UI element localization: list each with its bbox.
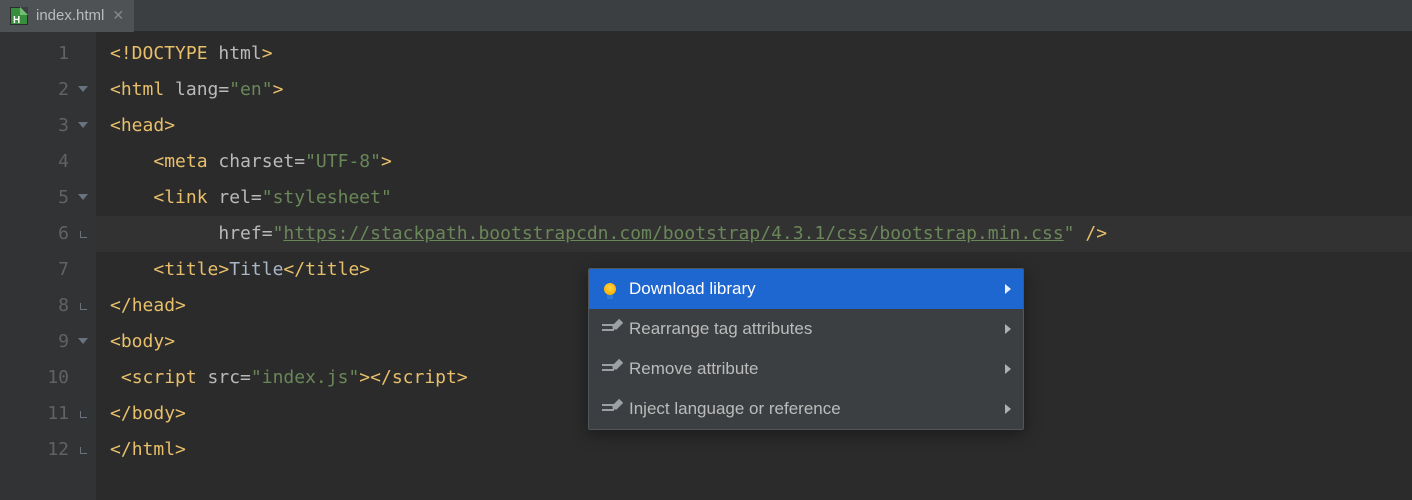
line-number[interactable]: 8 — [0, 288, 95, 324]
line-number[interactable]: 2 — [0, 72, 95, 108]
intention-actions-popup: Download library Rearrange tag attribute… — [588, 268, 1024, 430]
submenu-arrow-icon — [1005, 364, 1011, 374]
intention-label: Rearrange tag attributes — [629, 319, 812, 339]
close-tab-icon[interactable]: ✕ — [112, 7, 124, 24]
intention-label: Remove attribute — [629, 359, 758, 379]
line-number[interactable]: 3 — [0, 108, 95, 144]
intention-label: Download library — [629, 279, 756, 299]
fold-end-icon — [80, 303, 87, 310]
line-number[interactable]: 7 — [0, 252, 95, 288]
fold-toggle-icon[interactable] — [78, 194, 87, 203]
fold-end-icon — [80, 411, 87, 418]
file-tab-index-html[interactable]: index.html ✕ — [0, 0, 134, 31]
tab-bar: index.html ✕ — [0, 0, 1412, 32]
submenu-arrow-icon — [1005, 324, 1011, 334]
fold-toggle-icon[interactable] — [78, 338, 87, 347]
intention-download-library[interactable]: Download library — [589, 269, 1023, 309]
edit-icon — [601, 400, 619, 418]
line-number[interactable]: 5 — [0, 180, 95, 216]
intention-inject-language[interactable]: Inject language or reference — [589, 389, 1023, 429]
html-file-icon — [10, 7, 28, 25]
tab-filename: index.html — [36, 7, 104, 24]
fold-toggle-icon[interactable] — [78, 86, 87, 95]
submenu-arrow-icon — [1005, 284, 1011, 294]
fold-toggle-icon[interactable] — [78, 122, 87, 131]
line-number[interactable]: 12 — [0, 432, 95, 468]
line-number[interactable]: 6 — [0, 216, 95, 252]
fold-end-icon — [80, 231, 87, 238]
submenu-arrow-icon — [1005, 404, 1011, 414]
line-number[interactable]: 4 — [0, 144, 95, 180]
intention-remove-attribute[interactable]: Remove attribute — [589, 349, 1023, 389]
intention-label: Inject language or reference — [629, 399, 841, 419]
edit-icon — [601, 360, 619, 378]
line-number[interactable]: 10 — [0, 360, 95, 396]
intention-rearrange-attributes[interactable]: Rearrange tag attributes — [589, 309, 1023, 349]
edit-icon — [601, 320, 619, 338]
line-number[interactable]: 1 — [0, 36, 95, 72]
fold-end-icon — [80, 447, 87, 454]
lightbulb-icon — [601, 280, 619, 298]
gutter: 1 2 3 4 5 6 7 8 9 10 11 12 — [0, 32, 96, 500]
line-number[interactable]: 9 — [0, 324, 95, 360]
caret-line[interactable]: href="https://stackpath.bootstrapcdn.com… — [96, 216, 1412, 252]
line-number[interactable]: 11 — [0, 396, 95, 432]
